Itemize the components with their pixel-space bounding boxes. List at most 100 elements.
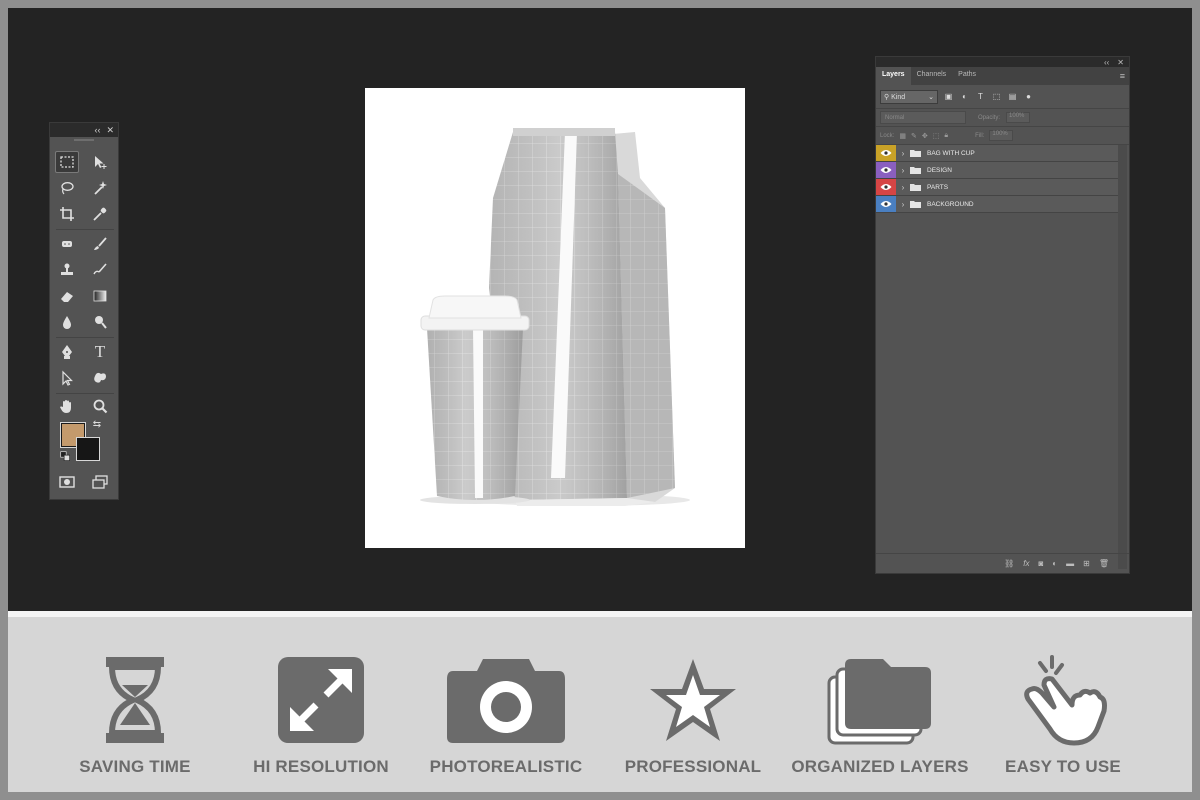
lock-image-icon[interactable]: ✎ <box>911 132 917 140</box>
quick-mask-icon[interactable] <box>55 471 79 493</box>
dodge-icon[interactable] <box>88 311 112 333</box>
gradient-icon[interactable] <box>88 285 112 307</box>
layer-name: PARTS <box>927 183 949 191</box>
pointer-hand-icon <box>1024 655 1107 746</box>
tab-layers[interactable]: Layers <box>876 67 911 85</box>
layer-row[interactable]: › BACKGROUND <box>876 196 1118 213</box>
eraser-icon[interactable] <box>55 285 79 307</box>
feature-professional: PROFESSIONAL <box>603 617 783 792</box>
feature-label: PHOTOREALISTIC <box>429 757 583 776</box>
panel-tabs: Layers Channels Paths ≡ <box>876 67 1129 85</box>
magic-wand-icon[interactable] <box>88 177 112 199</box>
folder-icon <box>910 150 921 157</box>
lock-label: Lock: <box>880 132 895 139</box>
new-group-icon[interactable]: ▬ <box>1066 559 1074 568</box>
feature-hi-resolution: HI RESOLUTION <box>231 617 411 792</box>
screen-mode-icon[interactable] <box>88 471 112 493</box>
panel-menu-icon[interactable]: ≡ <box>1120 71 1125 81</box>
smart-object-filter-icon[interactable]: ▤ <box>1007 92 1018 101</box>
visibility-eye-icon[interactable] <box>876 179 896 195</box>
new-layer-icon[interactable]: ⊞ <box>1083 559 1090 568</box>
swap-colors-icon[interactable]: ⇆ <box>90 417 104 431</box>
path-selection-icon[interactable] <box>55 367 79 389</box>
fill-field[interactable]: 100% <box>989 130 1014 141</box>
hourglass-icon <box>106 657 164 743</box>
filter-kind-select[interactable]: ⚲ Kind ⌄ <box>880 89 938 104</box>
opacity-field[interactable]: 100% <box>1006 112 1031 123</box>
filter-toggle-icon[interactable]: ● <box>1023 92 1034 101</box>
fx-icon[interactable]: fx <box>1023 559 1029 568</box>
close-icon[interactable]: ✕ <box>106 125 114 136</box>
filter-kind-value: Kind <box>891 93 906 101</box>
tab-channels[interactable]: Channels <box>911 67 953 85</box>
adjustment-filter-icon[interactable]: ◐ <box>959 92 970 101</box>
brush-icon[interactable] <box>88 233 112 255</box>
tab-paths[interactable]: Paths <box>952 67 982 85</box>
chevron-right-icon[interactable]: › <box>898 166 908 175</box>
clone-stamp-icon[interactable] <box>55 259 79 281</box>
feature-label: SAVING TIME <box>79 757 191 776</box>
chevron-right-icon[interactable]: › <box>898 183 908 192</box>
folder-icon <box>910 184 921 191</box>
type-filter-icon[interactable]: T <box>975 92 986 101</box>
background-color-swatch[interactable] <box>76 437 100 461</box>
layer-name: BAG WITH CUP <box>927 149 975 157</box>
lasso-icon[interactable] <box>55 177 79 199</box>
adjustment-icon[interactable]: ◐ <box>1052 559 1057 568</box>
layers-panel: ‹‹ ✕ Layers Channels Paths ≡ ⚲ Kind ⌄ ▣ … <box>875 56 1130 574</box>
delete-icon[interactable]: 🗑︎ <box>1099 559 1109 568</box>
pen-icon[interactable] <box>55 341 79 363</box>
blur-icon[interactable] <box>55 311 79 333</box>
collapse-icon[interactable]: ‹‹ <box>1104 58 1109 67</box>
custom-shape-icon[interactable] <box>88 367 112 389</box>
panel-grip[interactable] <box>50 137 118 143</box>
rectangular-marquee-icon[interactable] <box>55 151 79 173</box>
history-brush-icon[interactable] <box>88 259 112 281</box>
layer-list: › BAG WITH CUP › DESIGN › PARTS › BACKGR… <box>876 145 1118 213</box>
type-icon[interactable]: T <box>88 341 112 363</box>
shape-filter-icon[interactable]: ⬚ <box>991 92 1002 101</box>
visibility-eye-icon[interactable] <box>876 145 896 161</box>
move-icon[interactable] <box>88 151 112 173</box>
close-icon[interactable]: ✕ <box>1117 58 1124 67</box>
search-icon: ⚲ <box>884 93 890 101</box>
layer-row[interactable]: › PARTS <box>876 179 1118 196</box>
features-bar: SAVING TIME HI RESOLUTION PHOTOREALISTIC… <box>8 617 1192 792</box>
lock-artboard-icon[interactable]: ⬚ <box>933 132 940 140</box>
lock-position-icon[interactable]: ✥ <box>922 132 928 140</box>
folder-icon <box>910 201 921 208</box>
collapse-icon[interactable]: ‹‹ <box>94 125 100 135</box>
layer-row[interactable]: › BAG WITH CUP <box>876 145 1118 162</box>
layer-row[interactable]: › DESIGN <box>876 162 1118 179</box>
layers-bottom-bar: ⛓ fx ◙ ◐ ▬ ⊞ 🗑︎ <box>876 553 1129 573</box>
mask-icon[interactable]: ◙ <box>1038 559 1043 568</box>
visibility-eye-icon[interactable] <box>876 196 896 212</box>
feature-label: PROFESSIONAL <box>624 757 762 776</box>
layer-name: DESIGN <box>927 166 952 174</box>
lock-all-icon[interactable]: 🔒︎ <box>944 132 948 140</box>
chevron-right-icon[interactable]: › <box>898 200 908 209</box>
fill-label: Fill: <box>975 132 985 139</box>
star-icon <box>650 659 736 741</box>
visibility-eye-icon[interactable] <box>876 162 896 178</box>
hand-icon[interactable] <box>55 395 79 417</box>
feature-label: ORGANIZED LAYERS <box>791 757 969 776</box>
crop-icon[interactable] <box>55 203 79 225</box>
eyedropper-icon[interactable] <box>88 203 112 225</box>
healing-brush-icon[interactable] <box>55 233 79 255</box>
chevron-right-icon[interactable]: › <box>898 149 908 158</box>
layers-scrollbar[interactable] <box>1118 145 1127 569</box>
link-layers-icon[interactable]: ⛓ <box>1004 559 1014 568</box>
zoom-icon[interactable] <box>88 395 112 417</box>
layers-panel-titlebar: ‹‹ ✕ <box>876 57 1129 67</box>
layer-filter-row: ⚲ Kind ⌄ ▣ ◐ T ⬚ ▤ ● <box>876 85 1129 109</box>
pixel-filter-icon[interactable]: ▣ <box>943 92 954 101</box>
lock-transparent-icon[interactable]: ▦ <box>899 132 906 140</box>
document-canvas[interactable] <box>365 88 745 548</box>
default-colors-icon[interactable] <box>58 449 72 463</box>
feature-label: EASY TO USE <box>1005 757 1121 776</box>
blend-mode-select[interactable]: Normal <box>880 111 966 124</box>
blend-row: Normal Opacity: 100% <box>876 109 1129 127</box>
tools-panel: ‹‹ ✕ T ⇆ <box>49 122 119 500</box>
folder-icon <box>910 167 921 174</box>
